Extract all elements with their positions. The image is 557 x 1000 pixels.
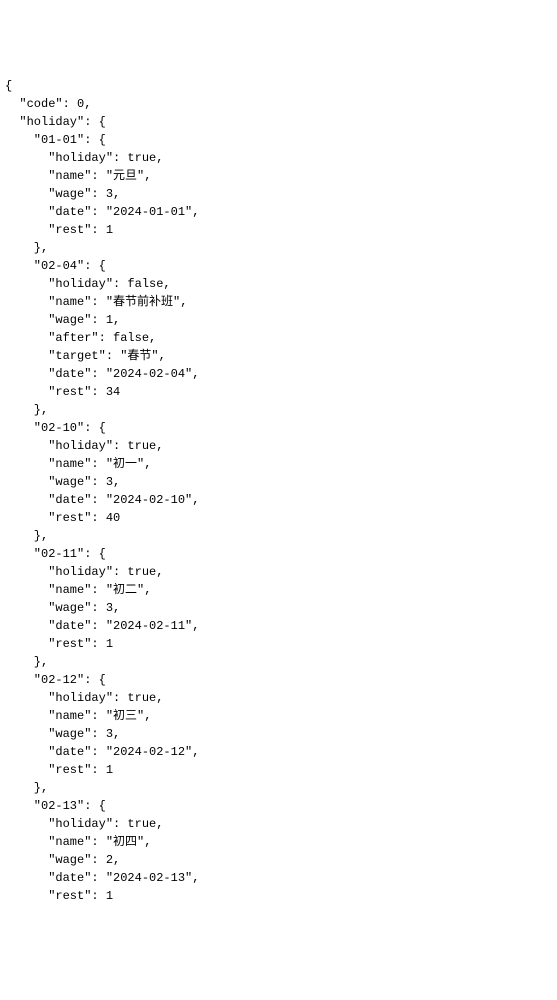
json-text-content: { "code": 0, "holiday": { "01-01": { "ho… <box>5 77 552 905</box>
